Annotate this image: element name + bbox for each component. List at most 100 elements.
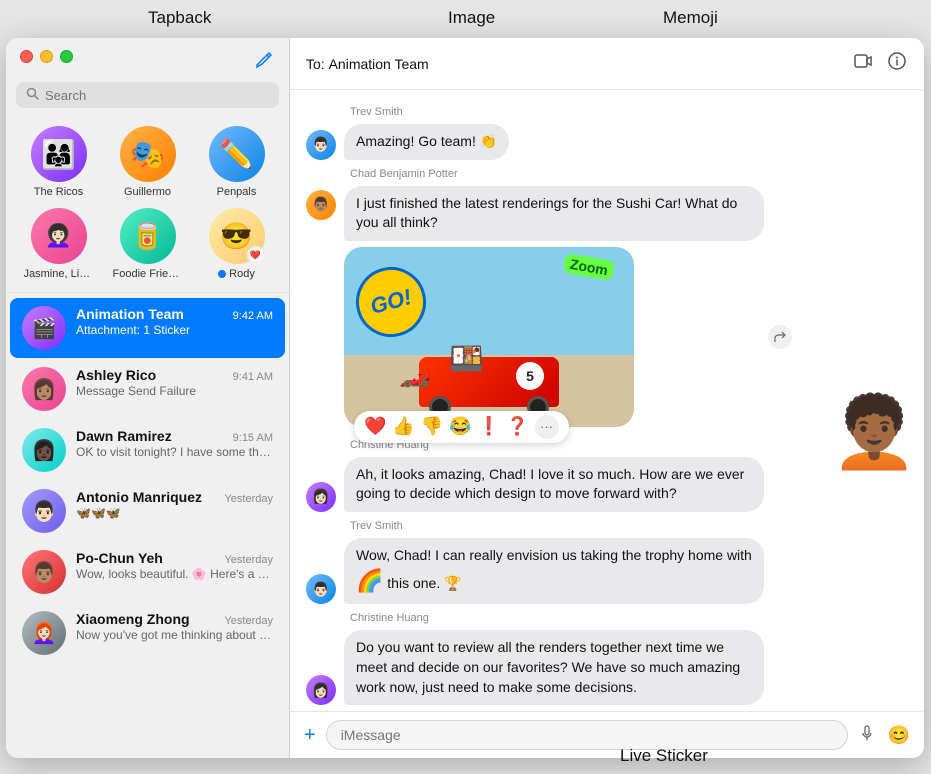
dawn-time: 9:15 AM <box>233 432 273 444</box>
penpals-avatar: ✏️ <box>209 126 265 182</box>
conv-item-dawn[interactable]: 👩🏿 Dawn Ramirez 9:15 AM OK to visit toni… <box>10 420 285 480</box>
antonio-info: Antonio Manriquez Yesterday 🦋🦋🦋 <box>76 489 273 520</box>
antonio-time: Yesterday <box>224 493 273 505</box>
animation-team-info: Animation Team 9:42 AM Attachment: 1 Sti… <box>76 306 273 337</box>
close-button[interactable] <box>20 50 33 63</box>
message-input[interactable] <box>326 720 848 750</box>
msg4-avatar: 👨🏻 <box>306 574 336 604</box>
pochun-avatar: 👨🏽 <box>22 550 66 594</box>
xiaomeng-name: Xiaomeng Zhong <box>76 611 190 627</box>
pinned-contact-penpals[interactable]: ✏️ Penpals <box>201 126 273 198</box>
tapback-thumbsdown[interactable]: 👎 <box>421 416 443 437</box>
zoom-sticker: Zoom <box>563 253 616 281</box>
sushi-roll: 🍱 <box>449 342 484 375</box>
emoji-icon: 😊 <box>888 725 910 745</box>
minimize-button[interactable] <box>40 50 53 63</box>
msg1-sender: Trev Smith <box>306 106 908 118</box>
penpals-name: Penpals <box>217 186 257 198</box>
race-number: 5 <box>516 362 544 390</box>
msg4-bubble: Wow, Chad! I can really envision us taki… <box>344 538 764 604</box>
input-actions: 😊 <box>856 722 912 749</box>
pinned-contact-ricos[interactable]: 👨‍👩‍👧 The Ricos <box>23 126 95 198</box>
pinned-contacts-row2: 👩🏻‍🦱 Jasmine, Liz &... 🥫 Foodie Friends … <box>6 202 289 288</box>
traffic-lights <box>20 50 73 63</box>
dawn-avatar: 👩🏿 <box>22 428 66 472</box>
foodie-avatar-wrap: 🥫 <box>120 208 176 264</box>
conv-item-antonio[interactable]: 👨🏻 Antonio Manriquez Yesterday 🦋🦋🦋 <box>10 481 285 541</box>
conversation-list: 🎬 Animation Team 9:42 AM Attachment: 1 S… <box>6 297 289 758</box>
share-image-button[interactable] <box>768 325 792 349</box>
pinned-contact-jasmine[interactable]: 👩🏻‍🦱 Jasmine, Liz &... <box>23 208 95 280</box>
conv-item-pochun[interactable]: 👨🏽 Po-Chun Yeh Yesterday Wow, looks beau… <box>10 542 285 602</box>
pinned-contact-foodie[interactable]: 🥫 Foodie Friends <box>112 208 184 280</box>
jasmine-name: Jasmine, Liz &... <box>24 268 94 280</box>
penpals-avatar-wrap: ✏️ <box>209 126 265 182</box>
ricos-avatar: 👨‍👩‍👧 <box>31 126 87 182</box>
msg3-bubble: Ah, it looks amazing, Chad! I love it so… <box>344 457 764 512</box>
add-attachment-button[interactable]: + <box>302 723 318 747</box>
msg3-avatar: 👩🏻 <box>306 482 336 512</box>
tapback-question[interactable]: ❓ <box>506 416 528 437</box>
fullscreen-button[interactable] <box>60 50 73 63</box>
msg2-image-container: GO! Zoom 5 🍱 <box>344 247 764 427</box>
sidebar: 👨‍👩‍👧 The Ricos 🎭 Guillermo ✏️ Penpals <box>6 38 290 758</box>
xiaomeng-preview: Now you've got me thinking about my next… <box>76 628 273 642</box>
conv-item-ashley[interactable]: 👩🏽 Ashley Rico 9:41 AM Message Send Fail… <box>10 359 285 419</box>
pinned-contact-guillermo[interactable]: 🎭 Guillermo <box>112 126 184 198</box>
compose-button[interactable] <box>253 49 275 76</box>
xiaomeng-info: Xiaomeng Zhong Yesterday Now you've got … <box>76 611 273 642</box>
animation-team-preview: Attachment: 1 Sticker <box>76 323 273 337</box>
audio-record-button[interactable] <box>856 722 878 749</box>
go-sticker: GO! <box>348 259 434 345</box>
msg1-row: 👨🏻 Amazing! Go team! 👏 <box>306 124 908 160</box>
rody-name: Rody <box>229 268 255 280</box>
tapback-annotation-label: Tapback <box>148 8 211 28</box>
jasmine-avatar: 👩🏻‍🦱 <box>31 208 87 264</box>
tapback-exclaim[interactable]: ❗ <box>478 416 500 437</box>
ashley-time: 9:41 AM <box>233 371 273 383</box>
messages-container: Trev Smith 👨🏻 Amazing! Go team! 👏 Chad B… <box>290 90 924 711</box>
pinned-contact-rody[interactable]: 😎 ❤️ Rody <box>201 208 273 280</box>
msg1-bubble: Amazing! Go team! 👏 <box>344 124 509 160</box>
driver-emoji: 🏎️ <box>399 358 431 389</box>
dawn-top: Dawn Ramirez 9:15 AM <box>76 428 273 444</box>
ashley-preview: Message Send Failure <box>76 384 273 398</box>
chat-to-label: To: Animation Team <box>306 56 429 72</box>
guillermo-avatar: 🎭 <box>120 126 176 182</box>
pochun-time: Yesterday <box>224 554 273 566</box>
chat-area: To: Animation Team <box>290 38 924 758</box>
tapback-thumbsup[interactable]: 👍 <box>392 416 414 437</box>
live-sticker-annotation-label: Live Sticker <box>620 746 708 766</box>
sushi-car-body: 5 🍱 <box>419 357 559 407</box>
foodie-name: Foodie Friends <box>113 268 183 280</box>
conv-item-xiaomeng[interactable]: 👩🏻‍🦰 Xiaomeng Zhong Yesterday Now you've… <box>10 603 285 663</box>
dawn-info: Dawn Ramirez 9:15 AM OK to visit tonight… <box>76 428 273 459</box>
tapback-haha[interactable]: 😂 <box>449 416 471 437</box>
tapback-more[interactable]: ··· <box>535 415 559 439</box>
dawn-name: Dawn Ramirez <box>76 428 172 444</box>
pochun-name: Po-Chun Yeh <box>76 550 163 566</box>
facetime-button[interactable] <box>852 52 874 75</box>
msg2-row: 👨🏽 I just finished the latest renderings… <box>306 186 908 427</box>
search-input[interactable] <box>45 88 269 103</box>
msg3-row: 👩🏻 Ah, it looks amazing, Chad! I love it… <box>306 457 908 512</box>
foodie-avatar: 🥫 <box>120 208 176 264</box>
tapback-heart[interactable]: ❤️ <box>364 416 386 437</box>
antonio-name: Antonio Manriquez <box>76 489 202 505</box>
emoji-button[interactable]: 😊 <box>886 723 912 748</box>
msg2-avatar: 👨🏽 <box>306 190 336 220</box>
ashley-info: Ashley Rico 9:41 AM Message Send Failure <box>76 367 273 398</box>
xiaomeng-time: Yesterday <box>224 615 273 627</box>
rody-avatar-wrap: 😎 ❤️ <box>209 208 265 264</box>
msg5-sender: Christine Huang <box>306 612 908 624</box>
ashley-top: Ashley Rico 9:41 AM <box>76 367 273 383</box>
search-icon <box>26 87 39 103</box>
sushi-car-image: GO! Zoom 5 🍱 <box>344 247 634 427</box>
guillermo-name: Guillermo <box>124 186 171 198</box>
details-button[interactable] <box>886 50 908 77</box>
ricos-avatar-wrap: 👨‍👩‍👧 <box>31 126 87 182</box>
rainbow-sticker: 🌈 <box>356 568 383 593</box>
conv-item-animation-team[interactable]: 🎬 Animation Team 9:42 AM Attachment: 1 S… <box>10 298 285 358</box>
rody-badge: ❤️ <box>247 246 265 264</box>
xiaomeng-top: Xiaomeng Zhong Yesterday <box>76 611 273 627</box>
